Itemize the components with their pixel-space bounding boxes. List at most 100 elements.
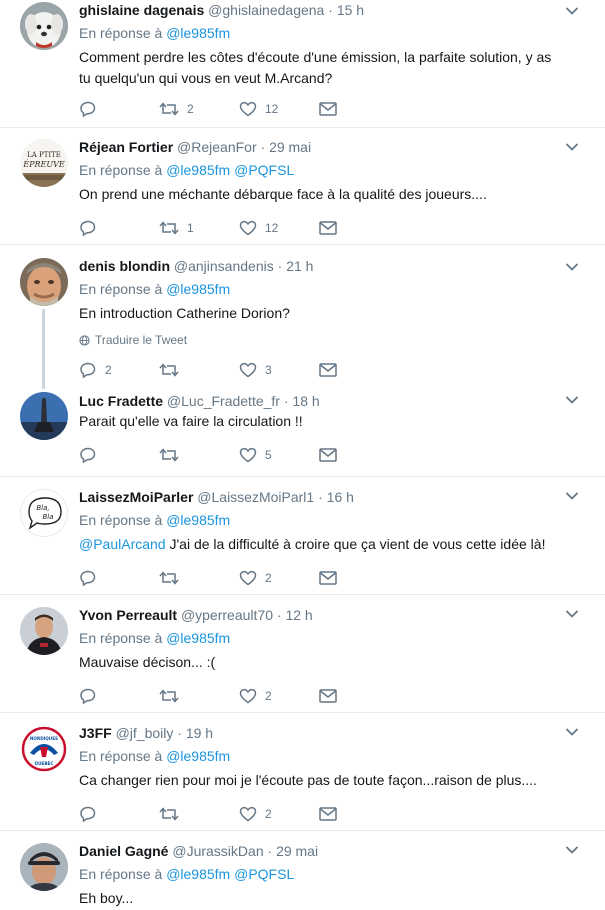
username[interactable]: @Luc_Fradette_fr bbox=[167, 393, 280, 409]
retweet-button[interactable]: 2 bbox=[159, 101, 239, 117]
timestamp[interactable]: 21 h bbox=[286, 258, 313, 274]
retweet-button[interactable] bbox=[159, 806, 239, 822]
username[interactable]: @RejeanFor bbox=[177, 139, 257, 155]
direct-message-button[interactable] bbox=[319, 448, 359, 462]
timestamp[interactable]: 19 h bbox=[186, 725, 213, 741]
reply-mention[interactable]: @le985fm bbox=[166, 748, 230, 764]
timestamp[interactable]: 12 h bbox=[285, 607, 312, 623]
display-name[interactable]: Réjean Fortier bbox=[79, 139, 173, 155]
username[interactable]: @LaissezMoiParl1 bbox=[197, 489, 314, 505]
avatar[interactable] bbox=[20, 843, 68, 891]
direct-message-button[interactable] bbox=[319, 689, 359, 703]
username[interactable]: @yperreault70 bbox=[181, 607, 273, 623]
like-button[interactable]: 12 bbox=[239, 220, 319, 236]
tweet-text-body: J'ai de la difficulté à croire que ça vi… bbox=[169, 536, 546, 552]
reply-button[interactable] bbox=[79, 687, 159, 705]
reply-button[interactable] bbox=[79, 100, 159, 118]
tweet[interactable]: NORDIQUES QUEBEC J3FF @jf_boily · 19 h E… bbox=[0, 713, 605, 831]
avatar[interactable] bbox=[20, 607, 68, 655]
man-dark-shirt-icon bbox=[20, 607, 68, 655]
display-name[interactable]: ghislaine dagenais bbox=[79, 2, 204, 18]
direct-message-button[interactable] bbox=[319, 571, 359, 585]
direct-message-button[interactable] bbox=[319, 807, 359, 821]
logo-text-1: LA PTITE bbox=[27, 151, 61, 159]
reply-button[interactable] bbox=[79, 446, 159, 464]
retweet-button[interactable] bbox=[159, 362, 239, 378]
reply-mention[interactable]: @le985fm bbox=[166, 512, 230, 528]
more-menu-button[interactable] bbox=[565, 395, 579, 405]
like-button[interactable]: 5 bbox=[239, 447, 319, 463]
reply-button[interactable] bbox=[79, 805, 159, 823]
reply-button[interactable] bbox=[79, 219, 159, 237]
reply-mention[interactable]: @PQFSL bbox=[234, 162, 294, 178]
reply-mention[interactable]: @le985fm bbox=[166, 162, 230, 178]
display-name[interactable]: J3FF bbox=[79, 725, 112, 741]
tweet-header: LaissezMoiParler @LaissezMoiParl1 · 16 h bbox=[79, 487, 565, 507]
display-name[interactable]: denis blondin bbox=[79, 258, 170, 274]
direct-message-button[interactable] bbox=[319, 221, 359, 235]
heart-icon bbox=[239, 220, 257, 236]
username[interactable]: @JurassikDan bbox=[172, 843, 263, 859]
mail-icon bbox=[319, 221, 337, 235]
like-button[interactable]: 2 bbox=[239, 688, 319, 704]
retweet-button[interactable] bbox=[159, 688, 239, 704]
avatar[interactable]: Bla, Bla bbox=[20, 489, 68, 537]
reply-mention[interactable]: @le985fm bbox=[166, 25, 230, 41]
tweet[interactable]: LA PTITE ÉPREUVE Réjean Fortier @RejeanF… bbox=[0, 128, 605, 245]
direct-message-button[interactable] bbox=[319, 363, 359, 377]
retweet-button[interactable] bbox=[159, 447, 239, 463]
username[interactable]: @jf_boily bbox=[116, 725, 174, 741]
separator: · bbox=[260, 139, 266, 155]
reply-button[interactable]: 2 bbox=[79, 361, 159, 379]
tweet[interactable]: Bla, Bla LaissezMoiParler @LaissezMoiPar… bbox=[0, 477, 605, 595]
reply-mention[interactable]: @PQFSL bbox=[234, 866, 294, 882]
more-menu-button[interactable] bbox=[565, 727, 579, 737]
like-button[interactable]: 3 bbox=[239, 362, 319, 378]
display-name[interactable]: LaissezMoiParler bbox=[79, 489, 193, 505]
more-menu-button[interactable] bbox=[565, 609, 579, 619]
tweet[interactable]: Daniel Gagné @JurassikDan · 29 mai En ré… bbox=[0, 831, 605, 910]
reply-context: En réponse à @le985fm bbox=[79, 279, 565, 299]
avatar[interactable] bbox=[20, 258, 68, 306]
like-button[interactable]: 12 bbox=[239, 101, 319, 117]
translate-tweet-link[interactable]: Traduire le Tweet bbox=[79, 332, 565, 348]
avatar[interactable]: NORDIQUES QUEBEC bbox=[20, 725, 68, 773]
display-name[interactable]: Yvon Perreault bbox=[79, 607, 177, 623]
timestamp[interactable]: 15 h bbox=[337, 2, 364, 18]
direct-message-button[interactable] bbox=[319, 102, 359, 116]
retweet-button[interactable]: 1 bbox=[159, 220, 239, 236]
reply-prefix: En réponse à bbox=[79, 281, 163, 297]
avatar[interactable]: LA PTITE ÉPREUVE bbox=[20, 139, 68, 187]
tweet[interactable]: ghislaine dagenais @ghislainedagena · 15… bbox=[0, 0, 605, 128]
display-name[interactable]: Luc Fradette bbox=[79, 393, 163, 409]
tweet[interactable]: Yvon Perreault @yperreault70 · 12 h En r… bbox=[0, 595, 605, 713]
username[interactable]: @anjinsandenis bbox=[174, 258, 274, 274]
avatar[interactable] bbox=[20, 2, 68, 50]
text-mention[interactable]: @PaulArcand bbox=[79, 536, 166, 552]
reply-button[interactable] bbox=[79, 569, 159, 587]
timestamp[interactable]: 29 mai bbox=[276, 843, 318, 859]
like-button[interactable]: 2 bbox=[239, 806, 319, 822]
retweet-button[interactable] bbox=[159, 570, 239, 586]
like-button[interactable]: 2 bbox=[239, 570, 319, 586]
more-menu-button[interactable] bbox=[565, 845, 579, 855]
username[interactable]: @ghislainedagena bbox=[208, 2, 324, 18]
more-menu-button[interactable] bbox=[565, 142, 579, 152]
more-menu-button[interactable] bbox=[565, 491, 579, 501]
reply-mention[interactable]: @le985fm bbox=[166, 630, 230, 646]
more-menu-button[interactable] bbox=[565, 6, 579, 16]
reply-mention[interactable]: @le985fm bbox=[166, 866, 230, 882]
tweet-actions: 1 12 bbox=[79, 218, 565, 238]
more-menu-button[interactable] bbox=[565, 262, 579, 272]
tweet-header: Yvon Perreault @yperreault70 · 12 h bbox=[79, 605, 565, 625]
display-name[interactable]: Daniel Gagné bbox=[79, 843, 168, 859]
timestamp[interactable]: 29 mai bbox=[269, 139, 311, 155]
timestamp[interactable]: 18 h bbox=[292, 393, 319, 409]
reply-mention[interactable]: @le985fm bbox=[166, 281, 230, 297]
tweet[interactable]: Luc Fradette @Luc_Fradette_fr · 18 h Par… bbox=[0, 385, 605, 477]
tweet[interactable]: denis blondin @anjinsandenis · 21 h En r… bbox=[0, 245, 605, 389]
separator: · bbox=[267, 843, 273, 859]
avatar[interactable] bbox=[20, 392, 68, 440]
timestamp[interactable]: 16 h bbox=[327, 489, 354, 505]
nordiques-logo-icon: NORDIQUES QUEBEC bbox=[20, 725, 68, 773]
